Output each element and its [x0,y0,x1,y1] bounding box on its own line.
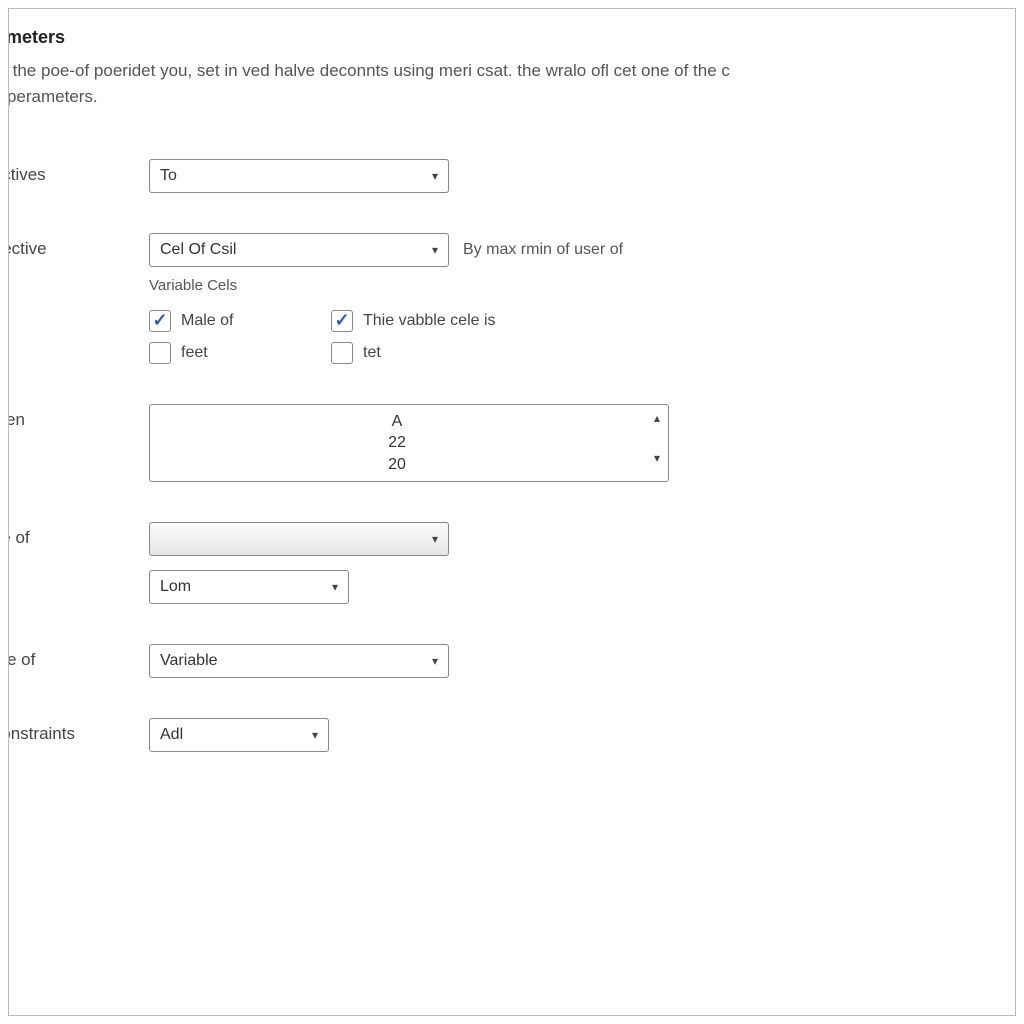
listbox-line-a: A [392,411,403,433]
objective-hint: By max rmin of user of [463,241,623,259]
label-oce-of: oce of [8,644,149,670]
oce-select-value: Variable [160,652,218,670]
row-oce-of: oce of Variable ▾ [8,644,1015,678]
ive-select-2[interactable]: Lom ▾ [149,570,349,604]
variable-cells-label: Variable Cels [149,277,1015,294]
row-objective: bjective Cel Of Csil ▾ By max rmin of us… [8,233,1015,364]
dialog-header: rameters de the poe-of poeridet you, set… [8,27,1015,111]
page-description: de the poe-of poeridet you, set in ved h… [8,58,1015,111]
variable-cells-checkboxes: ✓ Male of ✓ Thie vabble cele is feet tet [149,310,1015,364]
checkbox-label-feet: feet [181,344,331,362]
objective-select[interactable]: Cel Of Csil ▾ [149,233,449,267]
constraints-select[interactable]: Adl ▾ [149,718,329,752]
constraints-select-value: Adl [160,726,183,744]
parameters-dialog: rameters de the poe-of poeridet you, set… [8,8,1016,1016]
checkbox-tet[interactable] [331,342,353,364]
chevron-down-icon: ▾ [432,243,438,257]
label-objectives: jectives [8,159,149,185]
checkbox-feet[interactable] [149,342,171,364]
spinner-controls: ▴ ▾ [654,411,660,465]
objectives-select[interactable]: To ▾ [149,159,449,193]
listbox-line-20: 20 [388,454,406,476]
checkbox-label-male-of: Male of [181,312,331,330]
objective-select-value: Cel Of Csil [160,241,236,259]
chevron-down-icon: ▾ [432,169,438,183]
spinner-down-icon[interactable]: ▾ [654,451,660,465]
oce-select[interactable]: Variable ▾ [149,644,449,678]
iglen-listbox[interactable]: A 22 20 ▴ ▾ [149,404,669,482]
row-ive-of: ive of l ▾ Lom ▾ [8,522,1015,604]
chevron-down-icon: ▾ [432,532,438,546]
checkbox-male-of[interactable]: ✓ [149,310,171,332]
row-constraints: Constraints Adl ▾ [8,718,1015,752]
label-constraints: Constraints [8,718,149,744]
row-objectives: jectives To ▾ [8,159,1015,193]
ive-select-1[interactable]: ▾ [149,522,449,556]
label-objective: bjective [8,233,149,259]
chevron-down-icon: ▾ [332,580,338,594]
label-iglen: iglen el [8,404,149,450]
ive-select-2-value: Lom [160,578,191,596]
objectives-select-value: To [160,167,177,185]
checkbox-thie-vabble[interactable]: ✓ [331,310,353,332]
spinner-up-icon[interactable]: ▴ [654,411,660,425]
page-title: rameters [8,27,1015,48]
listbox-content: A 22 20 [156,411,638,475]
chevron-down-icon: ▾ [432,654,438,668]
chevron-down-icon: ▾ [312,728,318,742]
checkbox-label-tet: tet [363,344,1015,362]
listbox-line-22: 22 [388,432,406,454]
checkbox-label-thie-vabble: Thie vabble cele is [363,312,1015,330]
row-iglen: iglen el A 22 20 ▴ ▾ [8,404,1015,482]
label-ive-of: ive of l [8,522,149,568]
